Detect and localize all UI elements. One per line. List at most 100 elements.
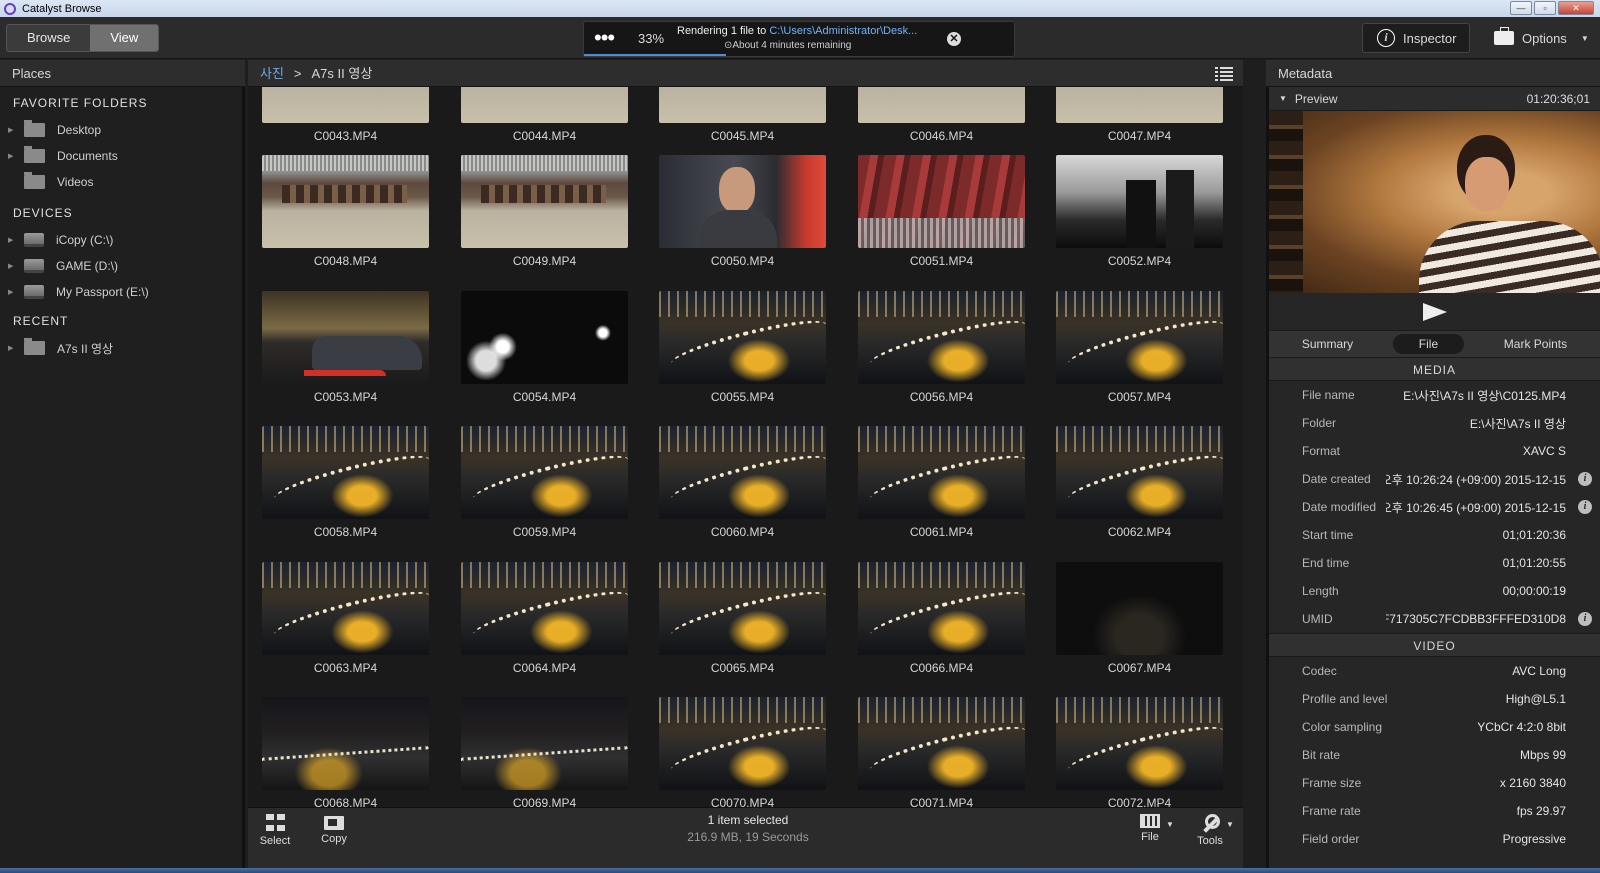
clip-thumbnail[interactable] xyxy=(1056,87,1223,123)
clip-tile[interactable]: C0069.MP4 xyxy=(461,697,628,807)
expand-arrow-icon[interactable]: ▶ xyxy=(8,262,18,270)
expand-arrow-icon[interactable]: ▶ xyxy=(8,152,18,160)
clip-thumbnail[interactable] xyxy=(461,291,628,384)
options-button[interactable]: Options ▼ xyxy=(1484,23,1594,53)
sidebar-item[interactable]: ▶ Desktop xyxy=(0,117,242,143)
info-icon[interactable]: i xyxy=(1578,472,1592,486)
tab-file[interactable]: File xyxy=(1392,334,1465,354)
file-menu-button[interactable]: File xyxy=(1130,814,1170,843)
maximize-button[interactable]: ▫ xyxy=(1534,1,1556,15)
clip-thumbnail[interactable] xyxy=(659,291,826,384)
info-icon[interactable]: i xyxy=(1578,612,1592,626)
clip-thumbnail[interactable] xyxy=(858,697,1025,790)
clip-thumbnail[interactable] xyxy=(1056,562,1223,655)
clip-tile[interactable]: C0051.MP4 xyxy=(858,155,1025,268)
clip-tile[interactable]: C0060.MP4 xyxy=(659,426,826,539)
sidebar-item[interactable]: Videos xyxy=(0,169,242,195)
clip-thumbnail[interactable] xyxy=(461,87,628,123)
view-mode-button[interactable]: View xyxy=(90,25,159,51)
browse-mode-button[interactable]: Browse xyxy=(7,25,91,51)
sidebar-item[interactable]: ▶ My Passport (E:\) xyxy=(0,279,242,305)
clip-thumbnail[interactable] xyxy=(858,562,1025,655)
clip-tile[interactable]: C0071.MP4 xyxy=(858,697,1025,807)
clip-tile[interactable]: C0067.MP4 xyxy=(1056,562,1223,675)
clip-thumbnail[interactable] xyxy=(461,426,628,519)
clip-tile[interactable]: C0055.MP4 xyxy=(659,291,826,404)
clip-tile[interactable]: C0063.MP4 xyxy=(262,562,429,675)
clip-tile[interactable]: C0065.MP4 xyxy=(659,562,826,675)
sidebar-item[interactable]: ▶ GAME (D:\) xyxy=(0,253,242,279)
clip-tile[interactable]: C0057.MP4 xyxy=(1056,291,1223,404)
clip-tile[interactable]: C0068.MP4 xyxy=(262,697,429,807)
clip-thumbnail[interactable] xyxy=(461,697,628,790)
expand-arrow-icon[interactable]: ▶ xyxy=(8,126,18,134)
clip-tile[interactable]: C0045.MP4 xyxy=(659,87,826,143)
clip-tile[interactable]: C0050.MP4 xyxy=(659,155,826,268)
tools-menu-button[interactable]: Tools xyxy=(1190,814,1230,847)
clip-thumbnail[interactable] xyxy=(262,291,429,384)
render-destination-link[interactable]: C:\Users\Administrator\Desk... xyxy=(769,25,917,37)
info-icon[interactable]: i xyxy=(1578,500,1592,514)
clip-tile[interactable]: C0061.MP4 xyxy=(858,426,1025,539)
clip-thumbnail[interactable] xyxy=(262,87,429,123)
clip-thumbnail[interactable] xyxy=(659,697,826,790)
clip-tile[interactable]: C0052.MP4 xyxy=(1056,155,1223,268)
expand-arrow-icon[interactable]: ▶ xyxy=(8,288,18,296)
breadcrumb-parent-link[interactable]: 사진 xyxy=(260,60,284,86)
clip-thumbnail[interactable] xyxy=(461,562,628,655)
minimize-button[interactable]: — xyxy=(1510,1,1532,15)
clip-tile[interactable]: C0062.MP4 xyxy=(1056,426,1223,539)
clip-tile[interactable]: C0072.MP4 xyxy=(1056,697,1223,807)
preview-frame[interactable] xyxy=(1269,111,1600,293)
clip-tile[interactable]: C0049.MP4 xyxy=(461,155,628,268)
clip-thumbnail[interactable] xyxy=(858,426,1025,519)
close-window-button[interactable]: ✕ xyxy=(1558,1,1594,15)
clip-thumbnail[interactable] xyxy=(1056,697,1223,790)
metadata-key: Length xyxy=(1302,584,1339,598)
expand-arrow-icon[interactable]: ▶ xyxy=(8,344,18,352)
clip-tile[interactable]: C0044.MP4 xyxy=(461,87,628,143)
clip-thumbnail[interactable] xyxy=(858,155,1025,248)
cancel-render-icon[interactable]: ✕ xyxy=(947,32,961,46)
list-view-icon[interactable] xyxy=(1215,65,1233,81)
clip-tile[interactable]: C0064.MP4 xyxy=(461,562,628,675)
clip-tile[interactable]: C0054.MP4 xyxy=(461,291,628,404)
clip-tile[interactable]: C0070.MP4 xyxy=(659,697,826,807)
clip-thumbnail[interactable] xyxy=(858,87,1025,123)
clip-thumbnail[interactable] xyxy=(262,426,429,519)
clip-thumbnail[interactable] xyxy=(1056,155,1223,248)
copy-button[interactable]: Copy xyxy=(314,814,354,845)
expand-arrow-icon[interactable]: ▶ xyxy=(8,236,18,244)
clip-thumbnail[interactable] xyxy=(858,291,1025,384)
clip-tile[interactable]: C0066.MP4 xyxy=(858,562,1025,675)
clip-thumbnail[interactable] xyxy=(262,155,429,248)
clip-thumbnail[interactable] xyxy=(262,562,429,655)
clip-tile[interactable]: C0048.MP4 xyxy=(262,155,429,268)
sidebar-item[interactable]: ▶ iCopy (C:\) xyxy=(0,227,242,253)
preview-header[interactable]: ▼ Preview 01:20:36;01 xyxy=(1269,87,1600,111)
play-icon[interactable] xyxy=(1422,302,1447,321)
clip-tile[interactable]: C0043.MP4 xyxy=(262,87,429,143)
sidebar-item[interactable]: ▶ Documents xyxy=(0,143,242,169)
clip-filename: C0052.MP4 xyxy=(1107,254,1172,268)
tab-summary[interactable]: Summary xyxy=(1276,334,1379,354)
sidebar-item[interactable]: ▶ A7s II 영상 xyxy=(0,335,242,361)
clip-tile[interactable]: C0056.MP4 xyxy=(858,291,1025,404)
clip-thumbnail[interactable] xyxy=(461,155,628,248)
clip-tile[interactable]: C0058.MP4 xyxy=(262,426,429,539)
inspector-button[interactable]: i Inspector xyxy=(1362,23,1470,53)
clip-thumbnail[interactable] xyxy=(262,697,429,790)
clip-tile[interactable]: C0047.MP4 xyxy=(1056,87,1223,143)
clip-tile[interactable]: C0046.MP4 xyxy=(858,87,1025,143)
activity-dots-icon[interactable]: ••• xyxy=(594,26,615,50)
clip-thumbnail[interactable] xyxy=(1056,291,1223,384)
tab-mark-points[interactable]: Mark Points xyxy=(1478,334,1593,354)
clip-thumbnail[interactable] xyxy=(659,87,826,123)
clip-thumbnail[interactable] xyxy=(659,562,826,655)
clip-thumbnail[interactable] xyxy=(659,155,826,248)
clip-tile[interactable]: C0059.MP4 xyxy=(461,426,628,539)
select-button[interactable]: Select xyxy=(255,814,295,847)
clip-thumbnail[interactable] xyxy=(659,426,826,519)
clip-tile[interactable]: C0053.MP4 xyxy=(262,291,429,404)
clip-thumbnail[interactable] xyxy=(1056,426,1223,519)
